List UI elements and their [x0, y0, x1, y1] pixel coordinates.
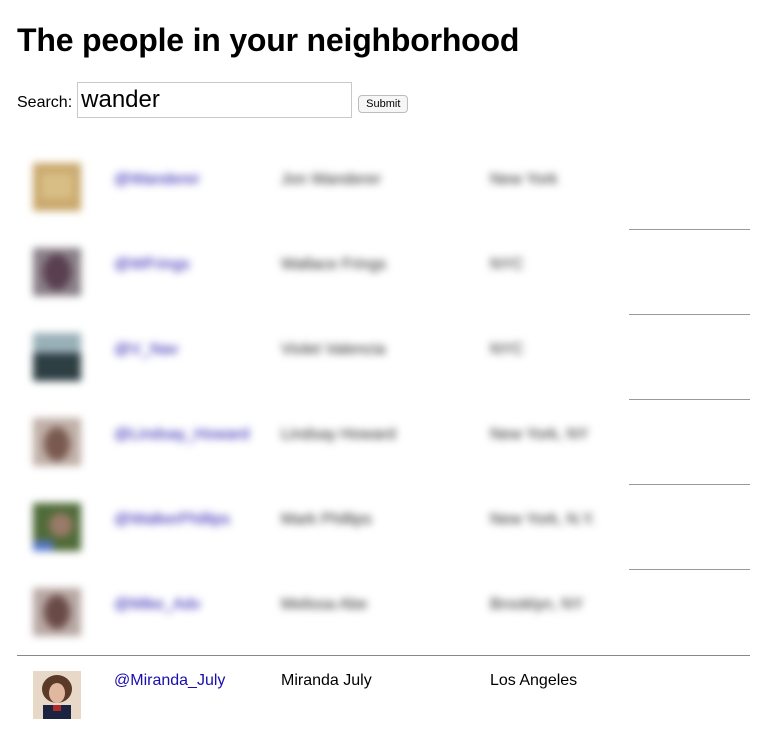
list-item: @Wanderer Jon Wanderer New York	[17, 145, 750, 230]
avatar[interactable]	[33, 248, 81, 296]
user-name: Wallace Frings	[281, 256, 387, 273]
list-item: @Miranda_July Miranda July Los Angeles	[17, 655, 750, 731]
avatar[interactable]	[33, 503, 81, 551]
user-name: Mark Phillips	[281, 511, 372, 528]
search-input[interactable]	[77, 82, 353, 118]
submit-button[interactable]: Submit	[358, 95, 409, 113]
list-item: @Mike_Adv Melissa Abe Brooklyn, NY	[17, 570, 750, 655]
user-location: New York, N.Y.	[490, 511, 596, 528]
user-handle-link[interactable]: @WFrings	[114, 256, 190, 274]
user-handle-link[interactable]: @Miranda_July	[114, 672, 225, 690]
user-name: Lindsay Howard	[281, 426, 396, 443]
page-title: The people in your neighborhood	[17, 22, 520, 58]
user-name: Violet Valencia	[281, 341, 386, 358]
avatar[interactable]	[33, 163, 81, 211]
user-handle-link[interactable]: @Lindsay_Howard	[114, 426, 249, 444]
user-location: NYC	[490, 341, 524, 358]
user-handle-link[interactable]: @V_Nav	[114, 341, 178, 359]
user-handle-link[interactable]: @Wanderer	[114, 171, 200, 189]
list-item: @V_Nav Violet Valencia NYC	[17, 315, 750, 400]
search-form: Search: Submit	[17, 81, 409, 119]
user-name: Melissa Abe	[281, 596, 368, 613]
search-label: Search:	[17, 94, 73, 111]
avatar[interactable]	[33, 588, 81, 636]
user-handle-link[interactable]: @Mike_Adv	[114, 596, 201, 614]
avatar[interactable]	[33, 671, 81, 719]
user-location: Los Angeles	[490, 672, 578, 689]
list-item: @WFrings Wallace Frings NYC	[17, 230, 750, 315]
user-name: Miranda July	[281, 672, 372, 689]
user-location: NYC	[490, 256, 524, 273]
user-location: Brooklyn, NY	[490, 596, 584, 613]
avatar[interactable]	[33, 418, 81, 466]
user-location: New York, NY	[490, 426, 589, 443]
list-item: @WalkerPhillips Mark Phillips New York, …	[17, 485, 750, 570]
user-name: Jon Wanderer	[281, 171, 381, 188]
user-location: New York	[490, 171, 558, 188]
avatar[interactable]	[33, 333, 81, 381]
results-list: @Wanderer Jon Wanderer New York @WFrings…	[17, 145, 750, 731]
list-item: @Lindsay_Howard Lindsay Howard New York,…	[17, 400, 750, 485]
user-handle-link[interactable]: @WalkerPhillips	[114, 511, 230, 529]
